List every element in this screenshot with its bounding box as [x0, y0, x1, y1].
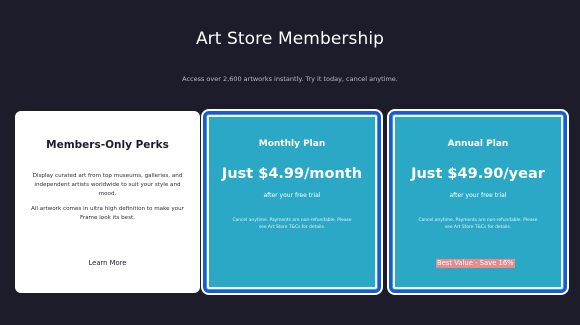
members-perks-card: Members-Only Perks Display curated art f…: [15, 111, 200, 293]
best-value-badge: Best Value - Save 16%: [436, 259, 515, 268]
plan-name: Annual Plan: [447, 139, 509, 149]
plan-price: Just $4.99/month: [221, 166, 363, 182]
monthly-plan-card[interactable]: Monthly Plan Just $4.99/month after your…: [203, 111, 381, 293]
plan-fine-print: Cancel anytime. Payments are non-refunda…: [418, 218, 538, 230]
learn-more-link[interactable]: Learn More: [15, 259, 200, 267]
plan-trial-note: after your free trial: [263, 192, 321, 199]
plan-fine-print: Cancel anytime. Payments are non-refunda…: [232, 218, 352, 230]
page-subtitle: Access over 2,600 artworks instantly. Tr…: [182, 75, 398, 83]
perks-title: Members-Only Perks: [46, 139, 169, 151]
perks-paragraph: Display curated art from top museums, ga…: [32, 173, 183, 197]
perks-description: Display curated art from top museums, ga…: [31, 172, 184, 229]
plan-price: Just $49.90/year: [411, 166, 545, 182]
annual-plan-card[interactable]: Annual Plan Just $49.90/year after your …: [389, 111, 567, 293]
perks-paragraph: All artwork comes in ultra high definiti…: [31, 206, 184, 221]
plan-name: Monthly Plan: [258, 139, 326, 149]
page-title: Art Store Membership: [195, 29, 385, 49]
plan-trial-note: after your free trial: [449, 192, 507, 199]
